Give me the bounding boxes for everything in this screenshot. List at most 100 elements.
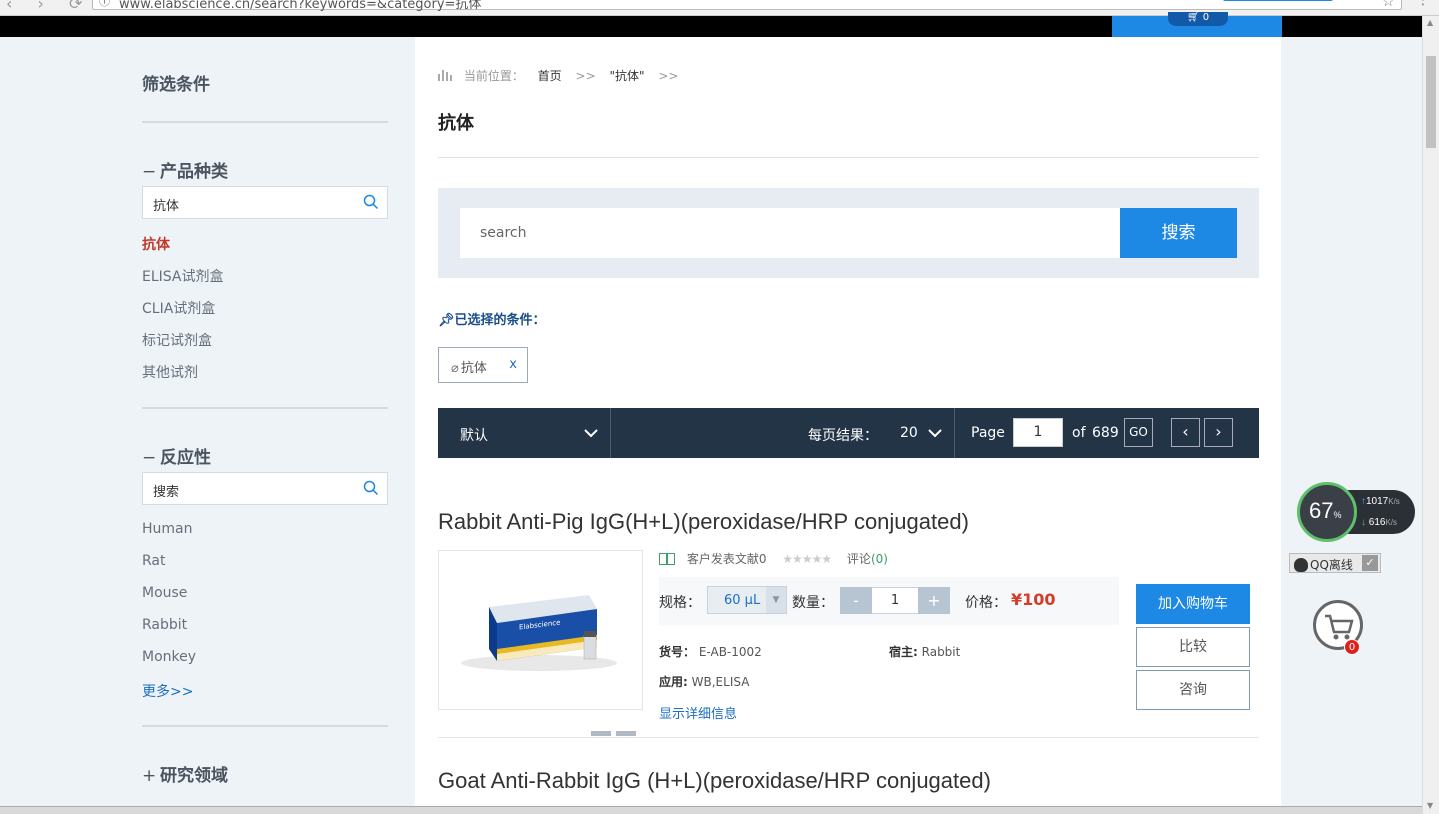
price-value: ¥100 bbox=[1011, 590, 1056, 609]
product-title-link[interactable]: Goat Anti-Rabbit IgG (H+L)(peroxidase/HR… bbox=[438, 768, 991, 794]
dropdown-arrow-icon[interactable]: ▼ bbox=[766, 587, 786, 613]
breadcrumb-home-link[interactable]: 首页 bbox=[538, 69, 562, 83]
divider bbox=[142, 725, 388, 727]
quantity-input[interactable]: 1 bbox=[872, 587, 918, 614]
host-label: 宿主: bbox=[889, 645, 918, 659]
chip-label: 抗体 bbox=[460, 361, 487, 376]
per-page-select[interactable]: 20 bbox=[900, 425, 918, 441]
scroll-up-icon[interactable]: ▲ bbox=[1427, 18, 1433, 27]
download-unit: K/s bbox=[1385, 518, 1398, 527]
product-type-search-value: 抗体 bbox=[153, 199, 180, 214]
chip-remove-button[interactable]: x bbox=[509, 357, 517, 372]
reactivity-item-monkey[interactable]: Monkey bbox=[142, 649, 196, 665]
application-value: WB,ELISA bbox=[691, 675, 750, 689]
search-input[interactable]: search bbox=[460, 208, 1120, 258]
host-value: Rabbit bbox=[921, 645, 961, 659]
download-speed: ↓ 616K/s bbox=[1361, 517, 1397, 528]
filter-item-other[interactable]: 其他试剂 bbox=[142, 362, 198, 382]
product-image[interactable]: Elabscience bbox=[438, 550, 643, 710]
reactivity-search[interactable]: 搜索 bbox=[142, 472, 388, 505]
collapse-icon[interactable]: − bbox=[142, 162, 160, 182]
prev-page-button[interactable]: ‹ bbox=[1171, 418, 1200, 447]
header-cart-pill[interactable]: 🛒︎ 0 bbox=[1168, 12, 1228, 26]
application-info: 应用: WB,ELISA bbox=[659, 673, 749, 690]
spec-select[interactable]: 60 μL ▼ bbox=[707, 586, 787, 614]
collapse-icon[interactable]: − bbox=[142, 448, 160, 468]
address-bar-text: www.elabscience.cn/search?keywords=&cate… bbox=[119, 0, 482, 12]
host-info: 宿主: Rabbit bbox=[889, 643, 960, 660]
section-product-type[interactable]: − 产品种类 bbox=[142, 157, 228, 182]
filter-item-labeling[interactable]: 标记试剂盒 bbox=[142, 330, 212, 350]
scroll-down-icon[interactable]: ▼ bbox=[1427, 801, 1433, 810]
price-label: 价格： bbox=[965, 595, 1007, 611]
filter-item-elisa[interactable]: ELISA试剂盒 bbox=[142, 266, 224, 286]
download-value: 616 bbox=[1368, 517, 1386, 528]
go-button[interactable]: GO bbox=[1124, 418, 1153, 447]
citations-link[interactable]: 客户发表文献0 bbox=[687, 552, 767, 566]
product-title-link[interactable]: Rabbit Anti-Pig IgG(H+L)(peroxidase/HRP … bbox=[438, 509, 969, 535]
consult-button[interactable]: 咨询 bbox=[1136, 670, 1250, 710]
search-button[interactable]: 搜索 bbox=[1120, 208, 1237, 258]
network-speed-widget[interactable]: 67% ↑1017K/s ↓ 616K/s bbox=[1297, 482, 1417, 542]
results-toolbar: 默认 每页结果： 20 Page 1 of 689 GO ‹ › bbox=[438, 408, 1259, 458]
next-page-button[interactable]: › bbox=[1204, 418, 1233, 447]
main-panel: 当前位置： 首页 >> "抗体" >> 抗体 search 搜索 📌︎已选择的条… bbox=[415, 37, 1281, 814]
show-details-link[interactable]: 显示详细信息 bbox=[659, 703, 737, 722]
bookmark-star-icon[interactable]: ☆ bbox=[1382, 0, 1395, 10]
filter-item-antibody[interactable]: 抗体 bbox=[142, 234, 170, 254]
extension-indicator bbox=[1223, 0, 1333, 1]
review-link[interactable]: 评论(0) bbox=[847, 552, 888, 566]
product-box-illustration bbox=[461, 595, 617, 671]
chevron-down-icon[interactable] bbox=[584, 428, 598, 438]
filter-title: 筛选条件 bbox=[142, 75, 210, 95]
check-icon: ✓ bbox=[1362, 555, 1378, 571]
quantity-minus-button[interactable]: - bbox=[840, 587, 872, 614]
browser-menu-icon[interactable]: ⋮ bbox=[1416, 0, 1430, 8]
chevron-down-icon[interactable] bbox=[928, 428, 942, 438]
reactivity-item-human[interactable]: Human bbox=[142, 521, 193, 537]
selected-conditions-label: 📌︎已选择的条件： bbox=[438, 309, 546, 328]
product-type-search[interactable]: 抗体 bbox=[142, 186, 388, 219]
divider bbox=[954, 408, 955, 458]
address-bar[interactable]: ⓘ www.elabscience.cn/search?keywords=&ca… bbox=[92, 0, 1402, 12]
site-top-bar: 🛒︎ 0 bbox=[0, 12, 1422, 37]
spec-value: 60 μL bbox=[724, 593, 761, 608]
expand-icon[interactable]: + bbox=[142, 766, 160, 786]
spec-row: 规格： 60 μL ▼ 数量： - 1 + 价格： ¥100 bbox=[659, 577, 1119, 625]
qq-status-text: QQ离线 bbox=[1310, 558, 1353, 572]
carousel-dot[interactable] bbox=[616, 731, 636, 736]
breadcrumb-separator: >> bbox=[575, 69, 596, 83]
application-label: 应用: bbox=[659, 675, 688, 689]
search-icon[interactable] bbox=[363, 194, 379, 210]
upload-value: 1017 bbox=[1366, 496, 1389, 507]
reactivity-item-rat[interactable]: Rat bbox=[142, 553, 166, 569]
browser-nav-icons[interactable]: ‹ › ⟳ bbox=[6, 0, 92, 13]
page-of-label: of bbox=[1072, 425, 1086, 441]
section-research-area[interactable]: + 研究领域 bbox=[142, 761, 228, 786]
section-reactivity[interactable]: − 反应性 bbox=[142, 443, 211, 468]
reactivity-item-mouse[interactable]: Mouse bbox=[142, 585, 187, 601]
qq-penguin-icon bbox=[1294, 558, 1308, 572]
cart-badge: 0 bbox=[1344, 639, 1360, 655]
breadcrumb-separator: >> bbox=[658, 69, 679, 83]
search-icon[interactable] bbox=[363, 480, 379, 496]
floating-cart-button[interactable]: 0 bbox=[1313, 600, 1363, 655]
filter-item-clia[interactable]: CLIA试剂盒 bbox=[142, 298, 215, 318]
quantity-plus-button[interactable]: + bbox=[918, 587, 950, 614]
qq-chat-button[interactable]: QQ离线 ✓ bbox=[1289, 553, 1381, 573]
page-scrollbar[interactable]: ▲ ▼ bbox=[1422, 16, 1439, 814]
sort-select[interactable]: 默认 bbox=[460, 425, 488, 445]
reactivity-more-link[interactable]: 更多>> bbox=[142, 681, 193, 701]
add-to-cart-button[interactable]: 加入购物车 bbox=[1136, 584, 1250, 624]
header-cart[interactable]: 🛒︎ 0 bbox=[1112, 12, 1282, 37]
reactivity-item-rabbit[interactable]: Rabbit bbox=[142, 617, 187, 633]
review-label: 评论 bbox=[846, 552, 871, 566]
scrollbar-thumb[interactable] bbox=[1426, 56, 1436, 148]
compare-button[interactable]: 比较 bbox=[1136, 627, 1250, 667]
breadcrumb: 当前位置： 首页 >> "抗体" >> bbox=[438, 67, 688, 84]
spec-label: 规格： bbox=[659, 595, 701, 611]
sku-info: 货号： E-AB-1002 bbox=[659, 643, 762, 660]
carousel-dot[interactable] bbox=[591, 731, 611, 736]
page-input[interactable]: 1 bbox=[1013, 418, 1063, 447]
divider bbox=[610, 408, 611, 458]
